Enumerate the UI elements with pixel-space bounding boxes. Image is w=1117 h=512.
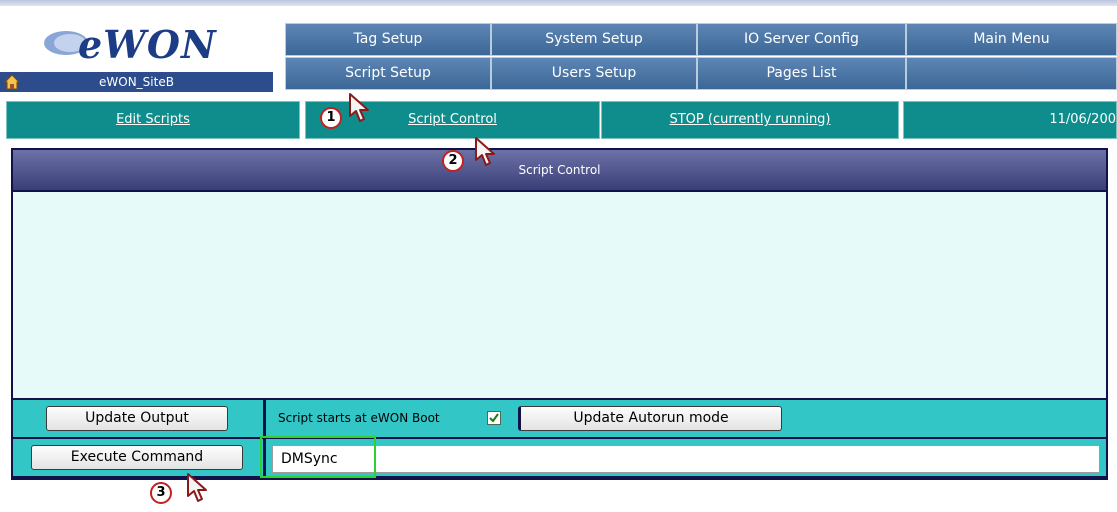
menu-main-menu[interactable]: Main Menu: [906, 23, 1117, 56]
autorun-row: Update Output Script starts at eWON Boot…: [13, 400, 1106, 437]
site-bar: eWON_SiteB: [0, 72, 273, 92]
menu-empty-slot: [906, 57, 1117, 90]
ewon-logo: eWON: [40, 22, 240, 67]
subnav-date: 11/06/200: [903, 101, 1117, 139]
mouse-pointer-icon: [349, 93, 369, 122]
date-text: 11/06/200: [1049, 112, 1116, 127]
menu-users-setup[interactable]: Users Setup: [491, 57, 697, 90]
command-row: Execute Command DMSync: [13, 439, 1106, 476]
menu-script-setup[interactable]: Script Setup: [285, 57, 491, 90]
subnav-stop-label[interactable]: STOP (currently running): [669, 112, 830, 127]
menu-pages-list[interactable]: Pages List: [697, 57, 906, 90]
autorun-checkbox[interactable]: [487, 411, 501, 425]
panel-title: Script Control: [13, 150, 1106, 190]
row-separator: [263, 400, 266, 437]
site-name: eWON_SiteB: [99, 75, 174, 89]
callout-2-badge: 2: [442, 150, 464, 172]
command-input[interactable]: DMSync: [272, 445, 1100, 473]
update-output-button[interactable]: Update Output: [46, 406, 228, 431]
subnav-edit-scripts[interactable]: Edit Scripts: [6, 101, 300, 139]
top-decorative-bar: [0, 0, 1117, 6]
logo-text: eWON: [78, 22, 217, 67]
menu-system-setup[interactable]: System Setup: [491, 23, 697, 56]
subnav-edit-scripts-label[interactable]: Edit Scripts: [116, 112, 190, 127]
autorun-label: Script starts at eWON Boot: [278, 411, 440, 425]
checkmark-icon: [489, 413, 499, 423]
subnav-stop-script[interactable]: STOP (currently running): [601, 101, 899, 139]
mouse-pointer-icon: [187, 473, 207, 502]
script-output-area[interactable]: [13, 192, 1106, 398]
menu-io-server-config[interactable]: IO Server Config: [697, 23, 906, 56]
command-highlight-box: [260, 436, 376, 478]
callout-1-badge: 1: [320, 107, 342, 129]
script-control-panel: Script Control Update Output Script star…: [11, 148, 1108, 480]
update-autorun-button[interactable]: Update Autorun mode: [518, 406, 782, 431]
mouse-pointer-icon: [475, 137, 495, 166]
callout-3-badge: 3: [150, 482, 172, 504]
subnav-script-control-label[interactable]: Script Control: [408, 112, 497, 127]
execute-command-button[interactable]: Execute Command: [31, 445, 243, 470]
menu-tag-setup[interactable]: Tag Setup: [285, 23, 491, 56]
